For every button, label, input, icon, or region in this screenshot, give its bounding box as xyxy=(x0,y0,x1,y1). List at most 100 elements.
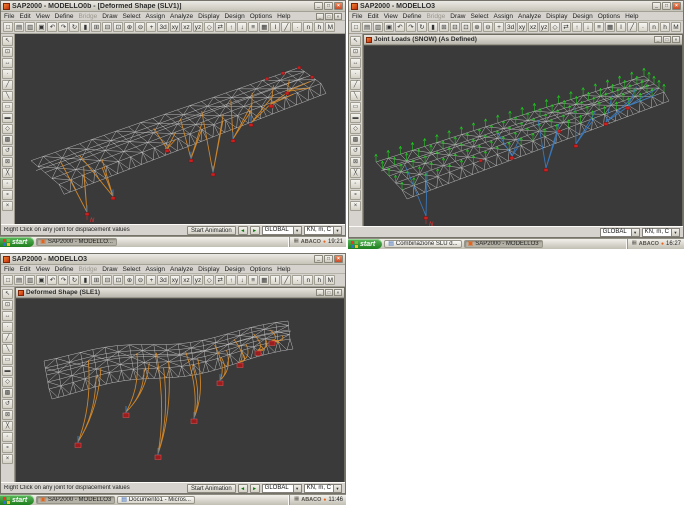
draw-poly-tool-icon[interactable]: ◇ xyxy=(2,124,13,134)
menu-item[interactable]: Define xyxy=(403,13,422,20)
release-icon[interactable]: h xyxy=(314,275,324,285)
menu-item[interactable]: View xyxy=(384,13,398,20)
close-button[interactable]: × xyxy=(334,2,343,10)
menu-item[interactable]: Design xyxy=(224,266,244,273)
intersecting-select-icon[interactable]: ╳ xyxy=(350,168,361,178)
redo-icon[interactable]: ↷ xyxy=(58,275,68,285)
draw-frame-icon[interactable]: ╱ xyxy=(281,275,291,285)
menu-item[interactable]: Options xyxy=(250,266,272,273)
taskbar-item[interactable]: ▣SAP2000 - MODELLO3 xyxy=(464,240,543,248)
frame-section-icon[interactable]: I xyxy=(270,275,280,285)
menu-item[interactable]: Assign xyxy=(146,266,166,273)
special-joint-icon[interactable]: · xyxy=(638,22,648,32)
open-model-icon[interactable]: ▤ xyxy=(14,275,24,285)
menu-item[interactable]: Display xyxy=(546,13,567,20)
shrink-objects-icon[interactable]: ⇄ xyxy=(215,22,225,32)
rubber-band-zoom-icon[interactable]: ⊞ xyxy=(439,22,449,32)
pointer-tool-icon[interactable]: ↖ xyxy=(2,289,13,299)
tray-app-icon[interactable]: ▦ xyxy=(294,497,299,503)
restore-button[interactable]: □ xyxy=(662,2,671,10)
quick-frame-tool-icon[interactable]: ╲ xyxy=(350,91,361,101)
open-model-icon[interactable]: ▤ xyxy=(14,22,24,32)
taskbar-item[interactable]: ▣SAP2000 - MODELLO3 xyxy=(36,496,115,504)
view-yz-icon[interactable]: yz xyxy=(539,22,549,32)
snap-joint-icon[interactable]: ◦ xyxy=(2,432,13,442)
titlebar[interactable]: SAP2000 - MODELLO3 _ □ × xyxy=(349,1,683,12)
child-restore-button[interactable]: □ xyxy=(663,36,671,43)
titlebar[interactable]: SAP2000 - MODELLO0b - [Deformed Shape (S… xyxy=(1,1,345,12)
model-viewport-deformed-sle1[interactable] xyxy=(16,298,344,482)
shrink-objects-icon[interactable]: ⇄ xyxy=(215,275,225,285)
pan-icon[interactable]: + xyxy=(146,275,156,285)
restore-selection-icon[interactable]: ↺ xyxy=(2,146,13,156)
frame-section-icon[interactable]: I xyxy=(270,22,280,32)
snap-midpoint-icon[interactable]: ∘ xyxy=(2,443,13,453)
rubber-band-zoom-icon[interactable]: ⊞ xyxy=(91,22,101,32)
menu-item[interactable]: Display xyxy=(198,13,219,20)
restore-full-view-icon[interactable]: ⊟ xyxy=(102,275,112,285)
pan-icon[interactable]: + xyxy=(494,22,504,32)
menu-item[interactable]: Define xyxy=(55,13,74,20)
undo-icon[interactable]: ↶ xyxy=(395,22,405,32)
select-all-icon[interactable]: ▩ xyxy=(350,135,361,145)
start-button[interactable]: start xyxy=(348,239,382,249)
perspective-icon[interactable]: ◇ xyxy=(204,275,214,285)
start-button[interactable]: start xyxy=(0,495,34,505)
minimize-button[interactable]: _ xyxy=(314,255,323,263)
menu-item[interactable]: Draw xyxy=(102,13,117,20)
print-icon[interactable]: ▣ xyxy=(36,22,46,32)
model-viewport-joint-loads[interactable]: N xyxy=(364,45,682,226)
intersecting-select-icon[interactable]: ╳ xyxy=(2,168,13,178)
intersecting-select-icon[interactable]: ╳ xyxy=(2,421,13,431)
menu-item[interactable]: Edit xyxy=(19,13,30,20)
select-all-icon[interactable]: ▩ xyxy=(2,388,13,398)
start-animation-button[interactable]: Start Animation xyxy=(187,484,236,493)
menu-item[interactable]: Select xyxy=(122,266,140,273)
snap-joint-icon[interactable]: ◦ xyxy=(350,179,361,189)
previous-zoom-icon[interactable]: ⊡ xyxy=(461,22,471,32)
child-close-button[interactable]: × xyxy=(334,289,342,296)
child-close-button[interactable]: × xyxy=(672,36,680,43)
child-minimize-button[interactable]: _ xyxy=(316,13,324,20)
release-icon[interactable]: h xyxy=(314,22,324,32)
snap-intersection-icon[interactable]: × xyxy=(350,201,361,211)
draw-joint-tool-icon[interactable]: ∙ xyxy=(2,69,13,79)
print-icon[interactable]: ▣ xyxy=(36,275,46,285)
refresh-view-icon[interactable]: ↻ xyxy=(417,22,427,32)
menu-item[interactable]: View xyxy=(36,266,50,273)
start-animation-button[interactable]: Start Animation xyxy=(187,226,236,235)
restore-selection-icon[interactable]: ↺ xyxy=(2,399,13,409)
clear-selection-icon[interactable]: ⊠ xyxy=(2,157,13,167)
lock-model-icon[interactable]: ▮ xyxy=(80,275,90,285)
menu-item[interactable]: Select xyxy=(122,13,140,20)
menu-item[interactable]: Define xyxy=(55,266,74,273)
moment-diagram-icon[interactable]: M xyxy=(671,22,681,32)
zoom-in-icon[interactable]: ⊕ xyxy=(124,275,134,285)
clear-selection-icon[interactable]: ⊠ xyxy=(2,410,13,420)
perspective-icon[interactable]: ◇ xyxy=(550,22,560,32)
child-titlebar[interactable]: Deformed Shape (SLE1) _ □ × xyxy=(16,288,344,298)
child-restore-button[interactable]: □ xyxy=(325,13,333,20)
snap-intersection-icon[interactable]: × xyxy=(2,454,13,464)
start-button[interactable]: start xyxy=(0,237,34,247)
move-down-level-icon[interactable]: ↓ xyxy=(237,275,247,285)
zoom-in-icon[interactable]: ⊕ xyxy=(472,22,482,32)
draw-frame-tool-icon[interactable]: ╱ xyxy=(2,333,13,343)
open-model-icon[interactable]: ▤ xyxy=(362,22,372,32)
assign-elements-icon[interactable]: ▦ xyxy=(259,275,269,285)
menu-item[interactable]: Bridge xyxy=(78,13,97,20)
select-window-icon[interactable]: ⊡ xyxy=(350,47,361,57)
quick-frame-tool-icon[interactable]: ╲ xyxy=(2,344,13,354)
previous-zoom-icon[interactable]: ⊡ xyxy=(113,22,123,32)
move-up-level-icon[interactable]: ↑ xyxy=(226,22,236,32)
menu-item[interactable]: Help xyxy=(277,266,290,273)
draw-poly-tool-icon[interactable]: ◇ xyxy=(350,124,361,134)
zoom-out-icon[interactable]: ⊖ xyxy=(135,275,145,285)
new-model-icon[interactable]: □ xyxy=(3,275,13,285)
snap-intersection-icon[interactable]: × xyxy=(2,201,13,211)
hinge-icon[interactable]: n xyxy=(303,275,313,285)
menu-item[interactable]: Options xyxy=(598,13,620,20)
snap-midpoint-icon[interactable]: ∘ xyxy=(2,190,13,200)
snap-midpoint-icon[interactable]: ∘ xyxy=(350,190,361,200)
pointer-tool-icon[interactable]: ↖ xyxy=(2,36,13,46)
